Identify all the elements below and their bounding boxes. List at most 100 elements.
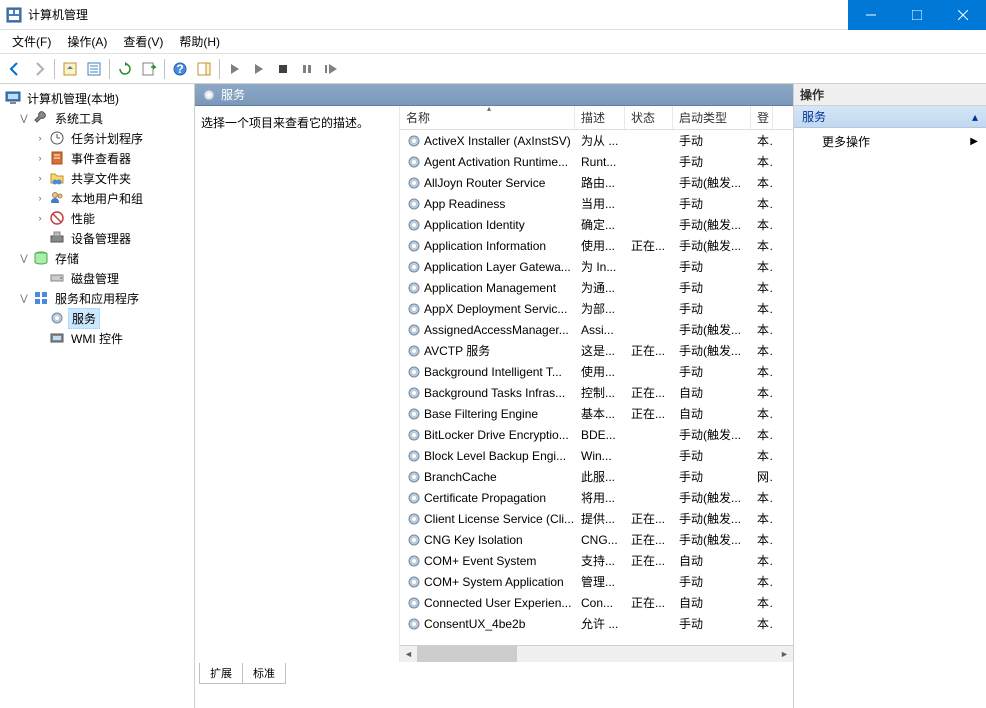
service-row[interactable]: Base Filtering Engine基本...正在...自动本 — [400, 403, 793, 424]
menu-action[interactable]: 操作(A) — [59, 30, 115, 53]
tree-performance[interactable]: › 性能 — [0, 208, 194, 228]
show-hide-action-button[interactable] — [193, 58, 215, 80]
gear-icon — [406, 595, 422, 611]
service-row[interactable]: Connected User Experien...Con...正在...自动本 — [400, 592, 793, 613]
tree-storage[interactable]: ⋁ 存储 — [0, 248, 194, 268]
stop-button[interactable] — [272, 58, 294, 80]
service-name: Block Level Backup Engi... — [424, 449, 566, 463]
close-button[interactable] — [940, 0, 986, 30]
tree-system-tools[interactable]: ⋁ 系统工具 — [0, 108, 194, 128]
service-desc-cell: 基本... — [575, 405, 625, 422]
service-row[interactable]: Application Layer Gatewa...为 In...手动本 — [400, 256, 793, 277]
action-more[interactable]: 更多操作 ▶ — [794, 128, 986, 155]
back-button[interactable] — [4, 58, 26, 80]
refresh-button[interactable] — [114, 58, 136, 80]
restart-button[interactable] — [320, 58, 342, 80]
expander-icon[interactable]: › — [34, 152, 46, 164]
service-row[interactable]: ActiveX Installer (AxInstSV)为从 ...手动本 — [400, 130, 793, 151]
tab-extended[interactable]: 扩展 — [199, 663, 243, 684]
tree-wmi-control[interactable]: WMI 控件 — [0, 328, 194, 348]
gear-icon — [406, 427, 422, 443]
tree-task-scheduler[interactable]: › 任务计划程序 — [0, 128, 194, 148]
tree-shared-folders[interactable]: › 共享文件夹 — [0, 168, 194, 188]
help-button[interactable]: ? — [169, 58, 191, 80]
service-row[interactable]: App Readiness当用...手动本 — [400, 193, 793, 214]
tree-label: 性能 — [68, 209, 98, 228]
titlebar: 计算机管理 — [0, 0, 986, 30]
tree-services[interactable]: 服务 — [0, 308, 194, 328]
service-row[interactable]: Client License Service (Cli...提供...正在...… — [400, 508, 793, 529]
service-startup-cell: 手动 — [673, 447, 751, 464]
gear-icon — [406, 406, 422, 422]
service-row[interactable]: Background Tasks Infras...控制...正在...自动本 — [400, 382, 793, 403]
service-row[interactable]: CNG Key IsolationCNG...正在...手动(触发...本 — [400, 529, 793, 550]
service-row[interactable]: COM+ System Application管理...手动本 — [400, 571, 793, 592]
tree-disk-management[interactable]: 磁盘管理 — [0, 268, 194, 288]
list-body[interactable]: ActiveX Installer (AxInstSV)为从 ...手动本Age… — [400, 130, 793, 645]
service-name: COM+ System Application — [424, 575, 564, 589]
scroll-thumb[interactable] — [417, 646, 517, 663]
tree-pane: 计算机管理(本地) ⋁ 系统工具 › 任务计划程序 › 事件查看器 › 共享文件… — [0, 84, 195, 708]
expander-blank — [34, 312, 46, 324]
tab-standard[interactable]: 标准 — [242, 663, 286, 684]
tree-services-apps[interactable]: ⋁ 服务和应用程序 — [0, 288, 194, 308]
tree-event-viewer[interactable]: › 事件查看器 — [0, 148, 194, 168]
maximize-button[interactable] — [894, 0, 940, 30]
service-startup-cell: 手动 — [673, 195, 751, 212]
service-row[interactable]: BitLocker Drive Encryptio...BDE...手动(触发.… — [400, 424, 793, 445]
service-row[interactable]: COM+ Event System支持...正在...自动本 — [400, 550, 793, 571]
menu-file[interactable]: 文件(F) — [4, 30, 59, 53]
action-section-services[interactable]: 服务 ▴ — [794, 106, 986, 128]
export-button[interactable] — [138, 58, 160, 80]
tree-local-users[interactable]: › 本地用户和组 — [0, 188, 194, 208]
play2-button[interactable] — [248, 58, 270, 80]
expander-icon[interactable]: › — [34, 212, 46, 224]
service-startup-cell: 手动 — [673, 573, 751, 590]
service-desc-cell: 为 In... — [575, 258, 625, 275]
service-row[interactable]: Certificate Propagation将用...手动(触发...本 — [400, 487, 793, 508]
properties-button[interactable] — [83, 58, 105, 80]
service-startup-cell: 手动 — [673, 153, 751, 170]
service-row[interactable]: Agent Activation Runtime...Runt...手动本 — [400, 151, 793, 172]
expander-icon[interactable]: › — [34, 172, 46, 184]
scroll-right-button[interactable]: ► — [776, 646, 793, 663]
col-desc[interactable]: 描述 — [575, 106, 625, 129]
expander-icon[interactable]: ⋁ — [18, 292, 30, 304]
service-row[interactable]: BranchCache此服...手动网 — [400, 466, 793, 487]
horizontal-scrollbar[interactable]: ◄ ► — [400, 645, 793, 662]
service-name-cell: Agent Activation Runtime... — [400, 154, 575, 170]
service-row[interactable]: AllJoyn Router Service路由...手动(触发...本 — [400, 172, 793, 193]
col-startup[interactable]: 启动类型 — [673, 106, 751, 129]
scroll-track[interactable] — [417, 646, 776, 663]
forward-button[interactable] — [28, 58, 50, 80]
expander-icon[interactable]: ⋁ — [18, 112, 30, 124]
service-status-cell: 正在... — [625, 552, 673, 569]
service-row[interactable]: Application Information使用...正在...手动(触发..… — [400, 235, 793, 256]
service-row[interactable]: Application Identity确定...手动(触发...本 — [400, 214, 793, 235]
tree-label: 共享文件夹 — [68, 169, 134, 188]
col-logon[interactable]: 登 — [751, 106, 773, 129]
show-hide-tree-button[interactable] — [59, 58, 81, 80]
tree-device-manager[interactable]: 设备管理器 — [0, 228, 194, 248]
col-name[interactable]: 名称▴ — [400, 106, 575, 129]
expander-icon[interactable]: › — [34, 132, 46, 144]
play-button[interactable] — [224, 58, 246, 80]
pause-button[interactable] — [296, 58, 318, 80]
gear-icon — [406, 574, 422, 590]
menu-view[interactable]: 查看(V) — [115, 30, 171, 53]
service-row[interactable]: ConsentUX_4be2b允许 ...手动本 — [400, 613, 793, 634]
service-row[interactable]: AppX Deployment Servic...为部...手动本 — [400, 298, 793, 319]
service-row[interactable]: AssignedAccessManager...Assi...手动(触发...本 — [400, 319, 793, 340]
tree-root[interactable]: 计算机管理(本地) — [0, 88, 194, 108]
service-row[interactable]: AVCTP 服务这是...正在...手动(触发...本 — [400, 340, 793, 361]
service-row[interactable]: Application Management为通...手动本 — [400, 277, 793, 298]
minimize-button[interactable] — [848, 0, 894, 30]
scroll-left-button[interactable]: ◄ — [400, 646, 417, 663]
expander-icon[interactable]: › — [34, 192, 46, 204]
service-row[interactable]: Background Intelligent T...使用...手动本 — [400, 361, 793, 382]
menu-help[interactable]: 帮助(H) — [171, 30, 228, 53]
col-status[interactable]: 状态 — [625, 106, 673, 129]
expander-blank — [34, 332, 46, 344]
service-row[interactable]: Block Level Backup Engi...Win...手动本 — [400, 445, 793, 466]
expander-icon[interactable]: ⋁ — [18, 252, 30, 264]
